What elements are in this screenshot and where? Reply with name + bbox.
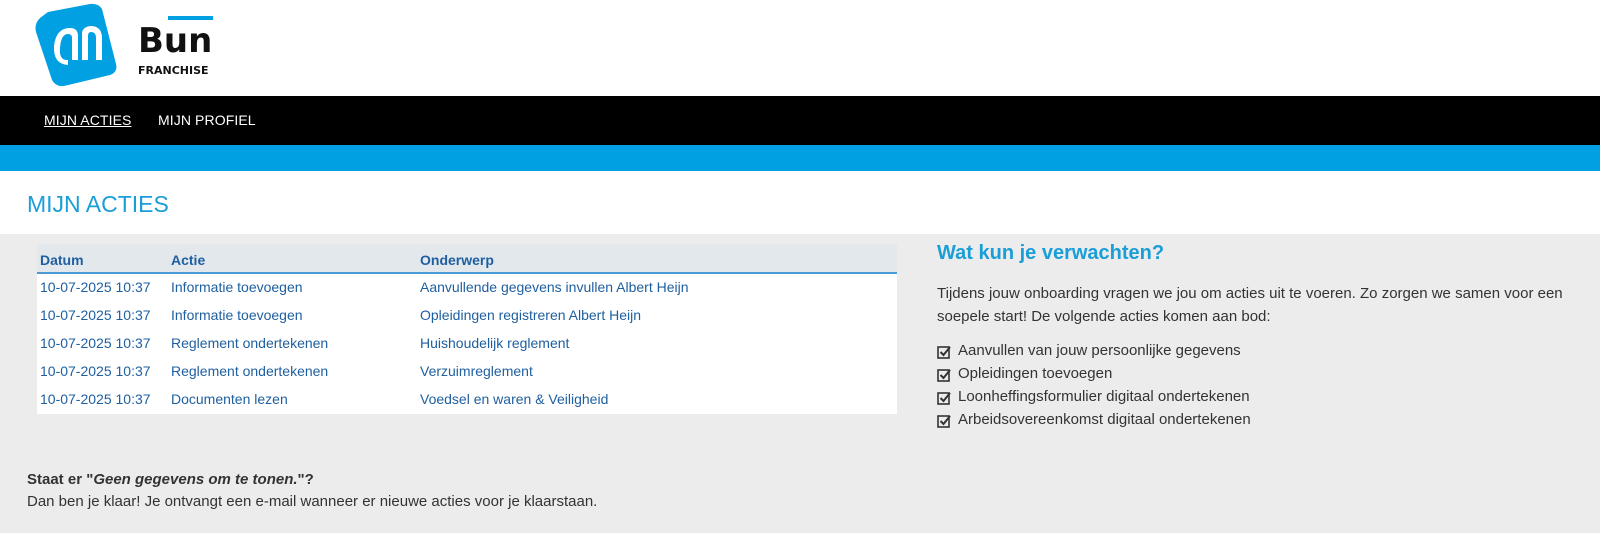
cell-actie[interactable]: Documenten lezen [171,391,288,407]
empty-state-note: Staat er "Geen gegevens om te tonen."? D… [27,469,597,513]
cell-onderwerp[interactable]: Voedsel en waren & Veiligheid [420,391,608,407]
checkbox-checked-icon [937,415,951,428]
note-suffix: "? [297,471,314,488]
page-title: MIJN ACTIES [27,191,169,217]
list-item: Opleidingen toevoegen [937,365,1251,388]
list-item: Loonheffingsformulier digitaal onderteke… [937,388,1251,411]
site-header: Bun FRANCHISE [0,0,1600,96]
svg-text:Bun: Bun [138,21,212,61]
main-content: Datum Actie Onderwerp 10-07-2025 10:37 I… [0,234,1600,533]
expectations-title: Wat kun je verwachten? [937,242,1165,264]
column-header-actie[interactable]: Actie [171,252,205,268]
table-header: Datum Actie Onderwerp [37,244,897,274]
cell-datum[interactable]: 10-07-2025 10:37 [40,335,151,351]
note-emphasis: Geen gegevens om te tonen. [93,471,298,488]
nav-mijn-profiel[interactable]: MIJN PROFIEL [158,112,256,128]
accent-bar [0,145,1600,171]
bun-franchise-logo[interactable]: Bun FRANCHISE [138,14,238,78]
checkbox-checked-icon [937,346,951,359]
cell-onderwerp[interactable]: Verzuimreglement [420,363,533,379]
cell-actie[interactable]: Reglement ondertekenen [171,335,328,351]
expectations-intro: Tijdens jouw onboarding vragen we jou om… [937,285,1563,325]
table-row[interactable]: 10-07-2025 10:37 Reglement ondertekenen … [37,358,897,386]
column-header-datum[interactable]: Datum [40,252,84,268]
list-item: Arbeidsovereenkomst digitaal ondertekene… [937,411,1251,434]
nav-mijn-acties[interactable]: MIJN ACTIES [44,112,131,128]
actions-table: Datum Actie Onderwerp 10-07-2025 10:37 I… [37,244,897,414]
cell-onderwerp[interactable]: Huishoudelijk reglement [420,335,569,351]
list-item-label: Aanvullen van jouw persoonlijke gegevens [958,342,1241,359]
table-row[interactable]: 10-07-2025 10:37 Documenten lezen Voedse… [37,386,897,414]
table-row[interactable]: 10-07-2025 10:37 Informatie toevoegen Op… [37,302,897,330]
cell-datum[interactable]: 10-07-2025 10:37 [40,279,151,295]
cell-actie[interactable]: Informatie toevoegen [171,279,303,295]
expectations-list: Aanvullen van jouw persoonlijke gegevens… [937,342,1251,434]
albert-heijn-logo[interactable] [34,2,118,86]
column-header-onderwerp[interactable]: Onderwerp [420,252,494,268]
list-item: Aanvullen van jouw persoonlijke gegevens [937,342,1251,365]
cell-actie[interactable]: Reglement ondertekenen [171,363,328,379]
note-line-2: Dan ben je klaar! Je ontvangt een e-mail… [27,493,598,510]
table-row[interactable]: 10-07-2025 10:37 Informatie toevoegen Aa… [37,274,897,302]
main-nav: MIJN ACTIES MIJN PROFIEL [0,96,1600,145]
table-row[interactable]: 10-07-2025 10:37 Reglement ondertekenen … [37,330,897,358]
svg-text:FRANCHISE: FRANCHISE [138,64,209,77]
checkbox-checked-icon [937,392,951,405]
cell-datum[interactable]: 10-07-2025 10:37 [40,363,151,379]
cell-actie[interactable]: Informatie toevoegen [171,307,303,323]
note-prefix: Staat er " [27,471,94,488]
note-line-1: Staat er "Geen gegevens om te tonen."? [27,469,597,491]
checkbox-checked-icon [937,369,951,382]
cell-datum[interactable]: 10-07-2025 10:37 [40,391,151,407]
cell-onderwerp[interactable]: Aanvullende gegevens invullen Albert Hei… [420,279,689,295]
list-item-label: Loonheffingsformulier digitaal onderteke… [958,388,1250,405]
list-item-label: Opleidingen toevoegen [958,365,1113,382]
list-item-label: Arbeidsovereenkomst digitaal ondertekene… [958,411,1251,428]
cell-datum[interactable]: 10-07-2025 10:37 [40,307,151,323]
cell-onderwerp[interactable]: Opleidingen registreren Albert Heijn [420,307,641,323]
